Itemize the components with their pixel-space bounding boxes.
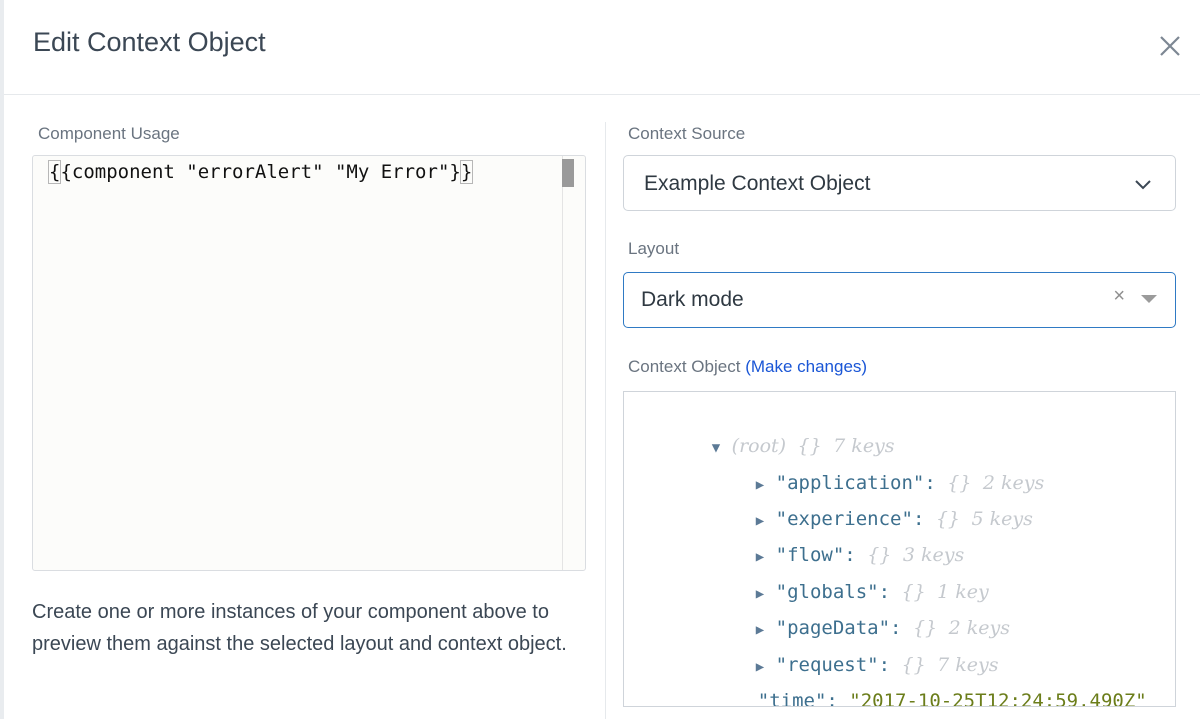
context-source-select[interactable]: Example Context Object <box>623 155 1176 211</box>
column-divider <box>605 122 606 719</box>
clear-icon[interactable]: × <box>1113 285 1125 308</box>
json-string-value: "2017-10-25T12:24:59.490Z" <box>849 690 1147 707</box>
json-row-time: "time": "2017-10-25T12:24:59.490Z" <box>712 668 1147 707</box>
chevron-down-icon <box>1133 174 1153 194</box>
make-changes-link[interactable]: (Make changes) <box>745 357 867 376</box>
context-source-label: Context Source <box>628 124 746 143</box>
json-key: "time" <box>757 690 827 707</box>
json-count: 5 keys <box>971 508 1033 530</box>
context-object-viewer[interactable]: ▼ (root) {} 7 keys ▶ "application": {} 2… <box>623 391 1176 707</box>
open-brace: { <box>47 160 62 184</box>
layout-label: Layout <box>628 239 680 258</box>
code-line[interactable]: {{component "errorAlert" "My Error"}} <box>47 160 474 184</box>
component-usage-editor[interactable]: {{component "errorAlert" "My Error"}} <box>32 155 586 571</box>
component-usage-label: Component Usage <box>38 124 180 143</box>
usage-help-text: Create one or more instances of your com… <box>32 601 567 655</box>
editor-scrollbar-thumb[interactable] <box>562 159 574 187</box>
code-text: {component "errorAlert" "My Error"} <box>60 161 461 183</box>
dialog-header: Edit Context Object <box>4 0 1200 95</box>
context-object-label: Context Object (Make changes) <box>628 357 867 377</box>
context-object-label-text: Context Object <box>628 357 741 376</box>
context-source-value: Example Context Object <box>644 172 871 195</box>
layout-value: Dark mode <box>641 288 744 311</box>
layout-select[interactable]: Dark mode × <box>623 272 1176 328</box>
editor-scrollbar-track[interactable] <box>562 156 587 570</box>
close-brace: } <box>459 160 474 184</box>
caret-down-icon[interactable] <box>1141 295 1157 303</box>
dialog-title: Edit Context Object <box>33 27 266 57</box>
close-icon[interactable] <box>1154 30 1186 62</box>
left-edge-shade <box>0 0 4 719</box>
